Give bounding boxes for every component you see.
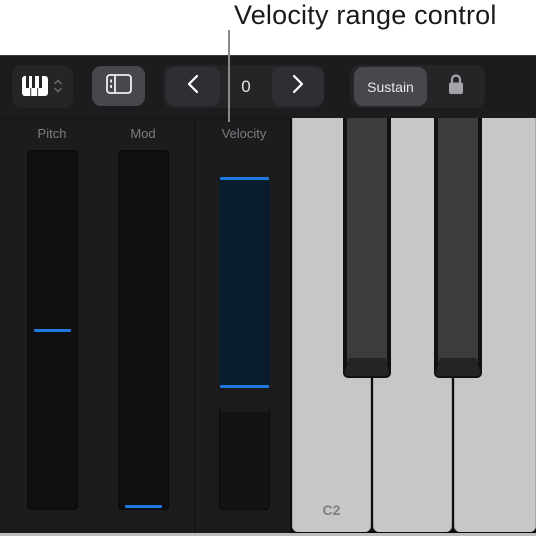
chevron-left-icon: [187, 74, 199, 99]
sustain-button[interactable]: Sustain: [354, 67, 427, 106]
toolbar: 0 Sustain: [0, 56, 536, 118]
black-key-lip: [344, 358, 390, 376]
piano-keys-icon: [22, 76, 48, 101]
sustain-group: Sustain: [350, 65, 485, 108]
callout-label: Velocity range control: [234, 0, 497, 30]
keyboard-type-menu[interactable]: [12, 65, 73, 108]
velocity-range-lower-track: [219, 385, 270, 412]
chevron-right-icon: [292, 74, 304, 99]
chevron-up-down-icon: [53, 78, 63, 99]
lock-icon: [448, 73, 464, 100]
layout-toggle-button[interactable]: [92, 66, 145, 106]
panel-divider: [194, 119, 196, 535]
black-key-d-sharp2[interactable]: [434, 118, 482, 378]
mod-label: Mod: [130, 126, 156, 141]
velocity-range-upper-track: [219, 150, 270, 177]
velocity-label: Velocity: [221, 126, 267, 141]
velocity-high-handle[interactable]: [220, 177, 269, 180]
octave-control: 0: [163, 65, 324, 108]
black-key-c-sharp2[interactable]: [343, 118, 391, 378]
pitch-wheel-indicator[interactable]: [34, 329, 71, 332]
sidebar-layout-icon: [105, 73, 132, 99]
velocity-range-control[interactable]: [219, 150, 270, 510]
black-key-face: [438, 118, 478, 362]
callout-leader-line: [228, 30, 230, 122]
octave-down-button[interactable]: [166, 67, 220, 106]
keyboard-app: 0 Sustain Pitch Mod Velocity C2: [0, 55, 536, 535]
velocity-range-fill[interactable]: [219, 177, 270, 385]
piano-keyboard: C2: [290, 118, 536, 534]
black-key-face: [347, 118, 387, 362]
mod-wheel[interactable]: [118, 150, 169, 510]
black-key-lip: [435, 358, 481, 376]
mod-wheel-indicator[interactable]: [125, 505, 162, 508]
sustain-lock-button[interactable]: [435, 67, 477, 106]
key-label-c2: C2: [322, 502, 341, 518]
pitch-wheel[interactable]: [27, 150, 78, 510]
pitch-label: Pitch: [37, 126, 67, 141]
velocity-low-handle[interactable]: [220, 385, 269, 388]
controller-panel: Pitch Mod Velocity: [0, 118, 290, 535]
octave-up-button[interactable]: [272, 67, 324, 106]
